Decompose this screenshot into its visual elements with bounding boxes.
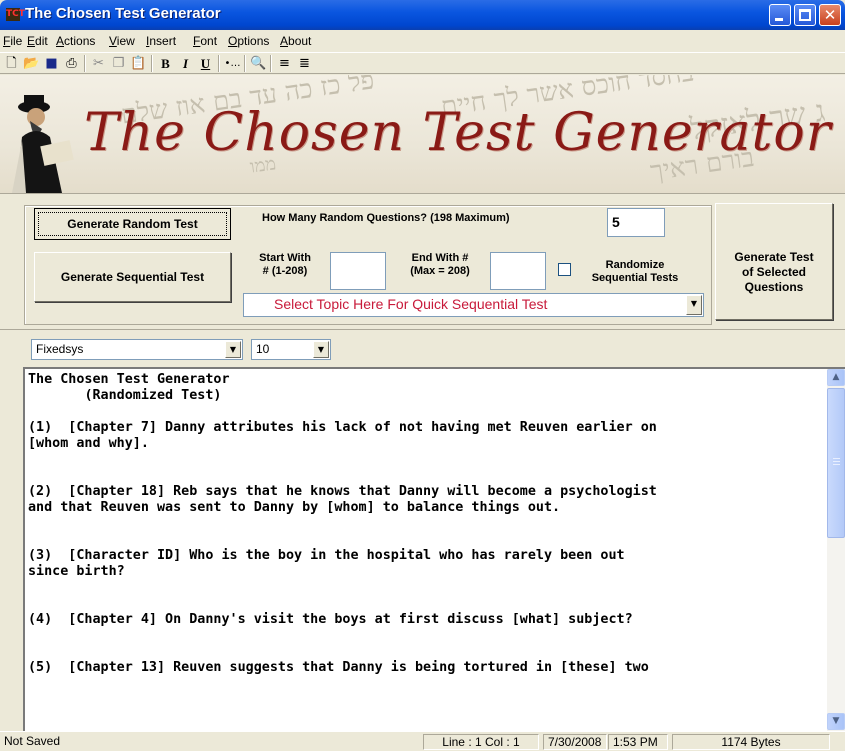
scroll-down-arrow-icon[interactable]: ▼ [827, 713, 845, 730]
print-icon[interactable]: ⎙ [63, 55, 80, 72]
paste-icon[interactable]: 📋 [130, 55, 147, 72]
generate-sequential-test-button[interactable]: Generate Sequential Test [34, 252, 231, 302]
generate-selected-line1: Generate Test [734, 250, 814, 264]
randomize-checkbox[interactable] [558, 263, 571, 276]
maximize-icon [799, 9, 811, 21]
bold-button[interactable]: B [157, 55, 174, 72]
font-name-dropdown[interactable]: Fixedsys ▼ [31, 339, 243, 360]
toolbar-separator [244, 55, 246, 72]
minimize-icon [775, 18, 783, 21]
menu-file[interactable]: File [3, 34, 22, 48]
generate-random-test-button[interactable]: Generate Random Test [34, 208, 231, 240]
how-many-input[interactable]: 5 [607, 208, 665, 237]
end-with-input[interactable] [490, 252, 546, 290]
start-with-label-line1: Start With [259, 252, 311, 264]
open-folder-icon[interactable]: 📂 [23, 55, 40, 72]
menu-about[interactable]: About [280, 34, 311, 48]
rabbi-figure-image [12, 95, 74, 193]
scrollbar-thumb[interactable] [827, 388, 845, 538]
thumb-grip [833, 461, 840, 462]
banner: פל כז כה עד בם אוז שלם בחסד חוכס אשר לך … [0, 75, 845, 194]
scroll-up-arrow-icon[interactable]: ▲ [827, 369, 845, 386]
randomize-label-line2: Sequential Tests [591, 272, 679, 284]
status-time: 1:53 PM [608, 734, 668, 750]
topic-select-dropdown[interactable]: Select Topic Here For Quick Sequential T… [243, 293, 704, 317]
generate-selected-line3: Questions [744, 280, 804, 294]
status-date: 7/30/2008 [543, 734, 607, 750]
generate-selected-questions-button[interactable]: Generate Test of Selected Questions [715, 203, 833, 320]
align-left-icon[interactable]: ≡ [276, 55, 293, 72]
maximize-button[interactable] [794, 4, 816, 26]
toolbar: 🗋 📂 ■ ⎙ ✂ ❐ 📋 B I U •… 🔍 ≡ ≣ [0, 52, 845, 74]
toolbar-separator [218, 55, 220, 72]
toolbar-separator [270, 55, 272, 72]
vertical-scrollbar[interactable]: ▲ ▼ [827, 369, 845, 731]
cursor-position: Line : 1 Col : 1 [423, 734, 539, 750]
app-icon[interactable]: TCT [6, 8, 25, 21]
menu-insert[interactable]: Insert [146, 34, 176, 48]
title-bar: TCT The Chosen Test Generator ✕ [0, 0, 845, 30]
menu-actions[interactable]: Actions [56, 34, 95, 48]
font-name-value: Fixedsys [36, 342, 84, 356]
bullets-icon[interactable]: •… [224, 55, 241, 72]
close-button[interactable]: ✕ [819, 4, 841, 26]
randomize-label-line1: Randomize [605, 259, 665, 271]
underline-button[interactable]: U [197, 55, 214, 72]
start-with-label-line2: # (1-208) [262, 265, 308, 277]
thumb-grip [833, 464, 840, 465]
thumb-grip [833, 458, 840, 459]
font-size-dropdown[interactable]: 10 ▼ [251, 339, 331, 360]
minimize-button[interactable] [769, 4, 791, 26]
end-with-label: End With # (Max = 208) [398, 252, 482, 278]
control-panel: Generate Random Test How Many Random Que… [0, 195, 845, 330]
document-size: 1174 Bytes [672, 734, 830, 750]
topic-select-value: Select Topic Here For Quick Sequential T… [274, 296, 548, 312]
window-title: The Chosen Test Generator [25, 5, 221, 22]
find-binoculars-icon[interactable]: 🔍 [250, 55, 267, 72]
end-with-label-line1: End With # [411, 252, 469, 264]
generate-selected-label: Generate Test of Selected Questions [734, 228, 813, 295]
menu-view[interactable]: View [109, 34, 135, 48]
save-icon[interactable]: ■ [43, 55, 60, 72]
toolbar-separator [84, 55, 86, 72]
dropdown-arrow-icon[interactable]: ▼ [313, 341, 329, 358]
menu-bar: File Edit Actions View Insert Font Optio… [0, 30, 845, 52]
test-editor[interactable]: The Chosen Test Generator (Randomized Te… [23, 367, 845, 731]
font-toolbar: Fixedsys ▼ 10 ▼ [0, 331, 845, 366]
dropdown-arrow-icon[interactable]: ▼ [686, 295, 702, 315]
status-bar: Not Saved Line : 1 Col : 1 7/30/2008 1:5… [0, 731, 845, 751]
font-size-value: 10 [256, 342, 270, 356]
generate-selected-line2: of Selected [741, 265, 807, 279]
start-with-input[interactable] [330, 252, 386, 290]
menu-options[interactable]: Options [228, 34, 269, 48]
editor-content[interactable]: The Chosen Test Generator (Randomized Te… [28, 372, 818, 676]
start-with-label: Start With # (1-208) [246, 252, 324, 278]
end-with-label-line2: (Max = 208) [410, 265, 470, 277]
cut-icon[interactable]: ✂ [90, 55, 107, 72]
new-file-icon[interactable]: 🗋 [3, 55, 20, 72]
close-icon: ✕ [823, 6, 837, 24]
toolbar-separator [151, 55, 153, 72]
menu-font[interactable]: Font [193, 34, 217, 48]
dropdown-arrow-icon[interactable]: ▼ [225, 341, 241, 358]
align-center-icon[interactable]: ≣ [296, 55, 313, 72]
menu-edit[interactable]: Edit [27, 34, 48, 48]
italic-button[interactable]: I [177, 55, 194, 72]
how-many-label: How Many Random Questions? (198 Maximum) [262, 212, 510, 224]
copy-icon[interactable]: ❐ [110, 55, 127, 72]
save-status: Not Saved [4, 734, 61, 748]
randomize-label: Randomize Sequential Tests [575, 259, 695, 285]
banner-title: The Chosen Test Generator [84, 103, 832, 163]
